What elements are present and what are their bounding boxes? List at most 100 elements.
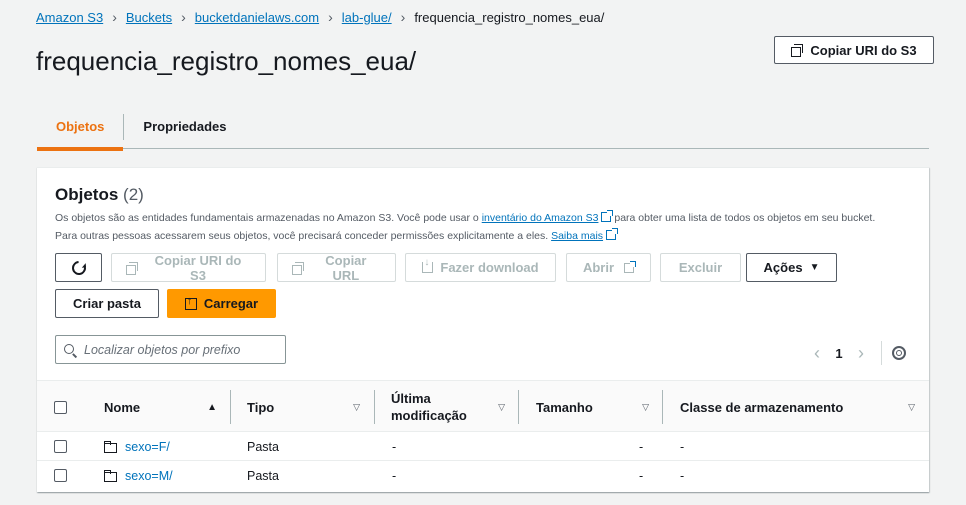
breadcrumb-folder[interactable]: lab-glue/ bbox=[342, 10, 392, 25]
open-label: Abrir bbox=[582, 260, 615, 275]
copy-url-button[interactable]: Copiar URL bbox=[277, 252, 396, 283]
copy-s3-uri-toolbar-button[interactable]: Copiar URI do S3 bbox=[111, 252, 266, 283]
object-name-link[interactable]: sexo=M/ bbox=[125, 469, 173, 483]
open-button[interactable]: Abrir bbox=[566, 253, 651, 282]
row-checkbox[interactable] bbox=[54, 469, 67, 482]
sort-icon: ▽ bbox=[908, 401, 915, 412]
learn-more-link[interactable]: Saiba mais bbox=[551, 230, 603, 242]
pagination: ‹ 1 › bbox=[807, 341, 906, 365]
previous-page-icon[interactable]: ‹ bbox=[807, 343, 827, 364]
pagination-divider bbox=[881, 341, 882, 365]
folder-icon bbox=[104, 441, 117, 453]
upload-button[interactable]: Carregar bbox=[167, 289, 276, 318]
copy-s3-uri-label: Copiar URI do S3 bbox=[810, 42, 917, 58]
table-header: Nome ▲ Tipo ▽ Última modificação ▽ Taman… bbox=[37, 380, 929, 432]
breadcrumb-amazon-s3[interactable]: Amazon S3 bbox=[36, 10, 103, 25]
objects-title: Objetos bbox=[55, 185, 119, 204]
column-last-modified-line2: modificação bbox=[391, 408, 467, 423]
external-link-icon bbox=[606, 228, 619, 240]
search-icon bbox=[64, 343, 76, 356]
delete-label: Excluir bbox=[678, 260, 723, 275]
objects-count: (2) bbox=[123, 185, 144, 204]
folder-icon bbox=[104, 470, 117, 482]
breadcrumb-separator-icon: › bbox=[112, 9, 117, 25]
objects-description: Os objetos são as entidades fundamentais… bbox=[55, 209, 925, 245]
sort-icon: ▽ bbox=[642, 401, 649, 412]
tab-properties[interactable]: Propriedades bbox=[124, 114, 245, 140]
column-storage-class[interactable]: Classe de armazenamento ▽ bbox=[680, 381, 915, 433]
objects-table: Nome ▲ Tipo ▽ Última modificação ▽ Taman… bbox=[37, 380, 929, 490]
row-checkbox[interactable] bbox=[54, 440, 67, 453]
row-storage-class: - bbox=[680, 468, 685, 483]
actions-dropdown[interactable]: Ações ▼ bbox=[746, 253, 837, 282]
column-storage-class-label: Classe de armazenamento bbox=[680, 399, 844, 415]
row-name-cell: sexo=M/ bbox=[104, 461, 173, 490]
download-icon bbox=[422, 257, 434, 273]
download-label: Fazer download bbox=[440, 260, 539, 275]
column-divider bbox=[662, 390, 663, 424]
sort-icon: ▽ bbox=[353, 401, 360, 412]
page-title: frequencia_registro_nomes_eua/ bbox=[36, 46, 417, 76]
breadcrumb: Amazon S3 › Buckets › bucketdanielaws.co… bbox=[36, 9, 604, 25]
next-page-icon[interactable]: › bbox=[851, 343, 871, 364]
row-last-modified: - bbox=[392, 439, 397, 454]
row-size: - bbox=[639, 468, 644, 483]
row-storage-class: - bbox=[680, 439, 685, 454]
row-name-cell: sexo=F/ bbox=[104, 432, 170, 461]
sort-ascending-icon: ▲ bbox=[207, 401, 217, 413]
upload-icon bbox=[184, 295, 197, 310]
column-size-label: Tamanho bbox=[536, 399, 593, 415]
breadcrumb-buckets[interactable]: Buckets bbox=[126, 10, 172, 25]
refresh-button[interactable] bbox=[55, 253, 102, 282]
description-text: Para outras pessoas acessarem seus objet… bbox=[55, 230, 552, 242]
external-link-icon bbox=[601, 210, 614, 222]
column-name[interactable]: Nome ▲ bbox=[104, 381, 217, 433]
select-all-checkbox[interactable] bbox=[54, 400, 67, 414]
table-row: sexo=M/ Pasta - - - bbox=[37, 461, 929, 490]
row-last-modified: - bbox=[392, 468, 397, 483]
description-text: para obter uma lista de todos os objetos… bbox=[611, 212, 876, 224]
column-type-label: Tipo bbox=[247, 399, 275, 415]
objects-panel: Objetos (2) Os objetos são as entidades … bbox=[37, 167, 929, 492]
column-size[interactable]: Tamanho ▽ bbox=[536, 381, 649, 433]
inventory-link[interactable]: inventário do Amazon S3 bbox=[482, 212, 599, 224]
column-divider bbox=[518, 390, 519, 424]
column-divider bbox=[374, 390, 375, 424]
breadcrumb-separator-icon: › bbox=[400, 9, 406, 25]
tab-objects[interactable]: Objetos bbox=[37, 114, 124, 151]
gear-icon[interactable] bbox=[892, 346, 906, 360]
sort-icon: ▽ bbox=[498, 401, 505, 412]
column-last-modified-label: Última modificação bbox=[391, 390, 467, 424]
caret-down-icon: ▼ bbox=[809, 262, 820, 273]
upload-label: Carregar bbox=[203, 296, 259, 311]
table-row: sexo=F/ Pasta - - - bbox=[37, 432, 929, 461]
objects-panel-title: Objetos (2) bbox=[55, 185, 144, 205]
row-select-cell bbox=[54, 432, 67, 461]
column-type[interactable]: Tipo ▽ bbox=[247, 381, 360, 433]
row-type: Pasta bbox=[247, 439, 279, 454]
row-type: Pasta bbox=[247, 468, 279, 483]
copy-icon bbox=[791, 44, 804, 57]
column-divider bbox=[230, 390, 231, 424]
column-last-modified-line1: Última bbox=[391, 391, 431, 406]
external-link-icon bbox=[624, 260, 637, 273]
object-name-link[interactable]: sexo=F/ bbox=[125, 440, 170, 454]
page-number[interactable]: 1 bbox=[827, 346, 851, 361]
copy-s3-uri-toolbar-label: Copiar URI do S3 bbox=[154, 252, 242, 283]
delete-button[interactable]: Excluir bbox=[660, 253, 741, 282]
create-folder-button[interactable]: Criar pasta bbox=[55, 289, 159, 318]
download-button[interactable]: Fazer download bbox=[405, 253, 556, 282]
search-field[interactable] bbox=[55, 335, 286, 364]
copy-url-label: Copiar URL bbox=[325, 252, 367, 283]
column-last-modified[interactable]: Última modificação ▽ bbox=[391, 381, 505, 433]
search-input[interactable] bbox=[84, 342, 274, 357]
actions-label: Ações bbox=[763, 260, 803, 275]
copy-s3-uri-button[interactable]: Copiar URI do S3 bbox=[774, 36, 934, 64]
copy-icon bbox=[292, 261, 304, 275]
breadcrumb-bucket[interactable]: bucketdanielaws.com bbox=[195, 10, 319, 25]
description-text: Os objetos são as entidades fundamentais… bbox=[55, 212, 482, 224]
create-folder-label: Criar pasta bbox=[73, 296, 141, 311]
column-name-label: Nome bbox=[104, 399, 141, 415]
breadcrumb-current: frequencia_registro_nomes_eua/ bbox=[414, 9, 605, 25]
breadcrumb-separator-icon: › bbox=[181, 9, 186, 25]
